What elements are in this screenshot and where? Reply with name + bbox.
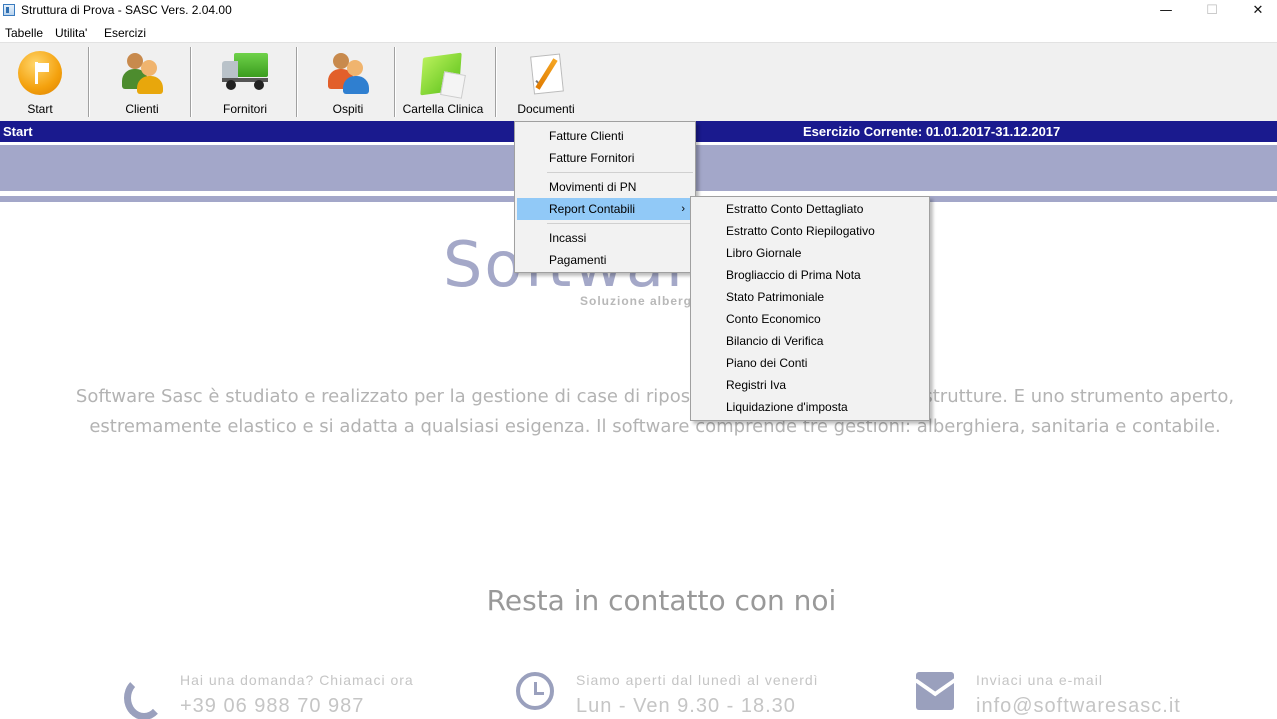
menu-item-liquidazione-imposta[interactable]: Liquidazione d'imposta [693,396,927,418]
truck-icon [220,51,270,91]
guests-icon [325,51,371,95]
menu-item-movimenti-pn[interactable]: Movimenti di PN [517,176,693,198]
menu-item-fatture-clienti[interactable]: Fatture Clienti [517,125,693,147]
medical-folder-icon [418,51,468,99]
menu-separator [547,223,693,224]
document-icon [524,51,568,97]
submenu-arrow-icon: › [681,203,685,215]
menu-item-conto-economico[interactable]: Conto Economico [693,308,927,330]
contact-email-value[interactable]: info@softwaresasc.it [976,695,1181,718]
fornitori-button-label: Fornitori [222,102,267,116]
menu-item-brogliaccio-prima-nota[interactable]: Brogliaccio di Prima Nota [693,264,927,286]
clienti-button-label: Clienti [125,102,159,116]
menu-item-registri-iva[interactable]: Registri Iva [693,374,927,396]
menu-item-report-contabili[interactable]: Report Contabili › [517,198,693,220]
menu-item-bilancio-verifica[interactable]: Bilancio di Verifica [693,330,927,352]
menu-item-estratto-conto-riepilogativo[interactable]: Estratto Conto Riepilogativo [693,220,927,242]
cartella-clinica-button-label: Cartella Clinica [402,102,484,116]
clienti-button[interactable]: Clienti [97,43,187,119]
toolbar-separator [296,47,298,117]
menu-item-estratto-conto-dettagliato[interactable]: Estratto Conto Dettagliato [693,198,927,220]
window-title: Struttura di Prova - SASC Vers. 2.04.00 [21,3,232,17]
menu-bar: Tabelle Utilita' Esercizi [0,23,1277,43]
contact-hours-value: Lun - Ven 9.30 - 18.30 [576,695,796,717]
menu-item-report-contabili-label: Report Contabili [549,202,636,216]
start-button-label: Start [27,102,53,116]
start-flag-icon [18,51,62,95]
toolbar: Start Clienti Fornitori Ospiti Cartella … [0,43,1277,121]
menu-utilita[interactable]: Utilita' [55,26,87,40]
esercizio-corrente: Esercizio Corrente: 01.01.2017-31.12.201… [803,124,1061,139]
contact-caption: Siamo aperti dal lunedì al venerdì [576,672,819,688]
menu-separator [547,172,693,173]
maximize-button[interactable]: ☐ [1189,0,1235,22]
ospiti-button[interactable]: Ospiti [303,43,393,119]
close-button[interactable]: ✕ [1235,0,1277,22]
toolbar-separator [88,47,90,117]
menu-item-fatture-fornitori[interactable]: Fatture Fornitori [517,147,693,169]
clock-icon [516,672,554,710]
documenti-menu: Fatture Clienti Fatture Fornitori Movime… [514,121,696,273]
report-contabili-submenu: Estratto Conto Dettagliato Estratto Cont… [690,196,930,421]
contact-phone-value[interactable]: +39 06 988 70 987 [180,695,364,718]
section-title: Start [3,124,33,139]
title-bar: Struttura di Prova - SASC Vers. 2.04.00 … [0,0,1277,22]
toolbar-separator [190,47,192,117]
menu-item-stato-patrimoniale[interactable]: Stato Patrimoniale [693,286,927,308]
fornitori-button[interactable]: Fornitori [198,43,292,119]
app-icon [3,4,15,16]
phone-icon [120,672,158,710]
menu-item-pagamenti[interactable]: Pagamenti [517,249,693,271]
description-line-2: estremamente elastico e si adatta a qual… [89,416,1221,437]
clients-icon [119,51,165,95]
contact-title: Resta in contatto con noi [486,584,837,617]
contact-caption: Inviaci una e-mail [976,672,1103,688]
ospiti-button-label: Ospiti [332,102,364,116]
start-button[interactable]: Start [0,43,80,119]
documenti-button-label: Documenti [517,102,575,116]
menu-item-libro-giornale[interactable]: Libro Giornale [693,242,927,264]
documenti-button[interactable]: Documenti [506,43,586,119]
contact-caption: Hai una domanda? Chiamaci ora [180,672,414,688]
menu-item-piano-conti[interactable]: Piano dei Conti [693,352,927,374]
description-line-1: Software Sasc è studiato e realizzato pe… [75,386,1235,407]
menu-esercizi[interactable]: Esercizi [104,26,146,40]
description: Software Sasc è studiato e realizzato pe… [40,382,1270,442]
menu-item-incassi[interactable]: Incassi [517,227,693,249]
cartella-clinica-button[interactable]: Cartella Clinica [398,43,488,119]
menu-tabelle[interactable]: Tabelle [5,26,43,40]
toolbar-separator [495,47,497,117]
mail-icon [916,672,954,710]
toolbar-separator [394,47,396,117]
minimize-button[interactable]: — [1143,0,1189,22]
